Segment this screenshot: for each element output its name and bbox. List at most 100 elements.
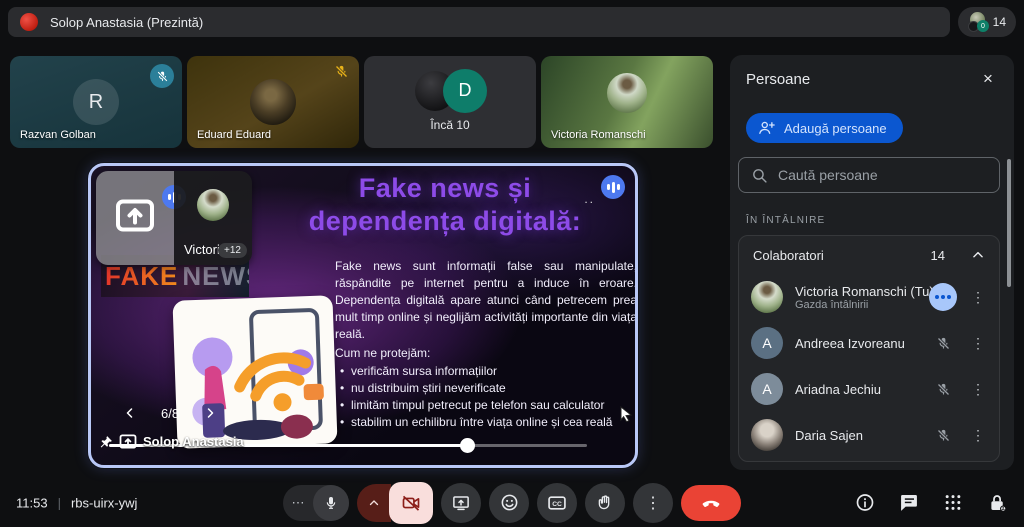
self-view-pip[interactable]: Victoria +12 [96,171,252,265]
previous-slide-button[interactable] [121,404,139,422]
mic-off-icon [929,336,957,351]
participant-menu-button[interactable]: ⋮ [969,335,987,352]
meet-window: Solop Anastasia (Prezintă) 0 14 R Razvan… [0,0,1024,527]
avatar [197,189,229,221]
add-people-label: Adaugă persoane [784,121,887,136]
avatar: A [751,327,783,359]
avatar: R [73,79,119,125]
wifi-illustration [172,295,337,448]
mic-off-icon [150,64,174,88]
slide-title: Fake news și dependența digitală: [261,172,629,238]
avatar: 0 [977,20,989,32]
slide-bullet-list: verificăm sursa informațiilor nu distrib… [335,363,637,431]
shared-screen-tile[interactable]: Fake news și dependența digitală: FAKE N… [88,163,638,468]
scrollbar-thumb[interactable] [1007,159,1011,287]
participant-name: Ariadna Jechiu [795,382,917,397]
present-screen-icon [115,199,155,238]
video-tile-more-participants[interactable]: D Încă 10 [364,56,536,148]
avatar [751,419,783,451]
host-controls-button[interactable] [987,492,1008,513]
slide-paragraph: Fake news sunt informații false sau mani… [335,258,637,343]
slide-body-text: Fake news sunt informații false sau mani… [335,258,637,431]
participant-menu-button[interactable]: ⋮ [969,381,987,398]
microphone-button[interactable]: ⋯ [283,485,349,521]
participant-row: A Ariadna Jechiu ⋮ [739,366,999,412]
meeting-details-button[interactable] [855,493,875,513]
presenter-label: Solop Anastasia [143,434,244,449]
tile-name: Eduard Eduard [197,129,271,141]
chevron-up-icon[interactable] [971,248,985,262]
participant-row: Victoria Romanschi (Tu) Gazda întâlnirii… [739,274,999,320]
in-meeting-section-label: ÎN ÎNTÂLNIRE [746,215,825,226]
audio-indicator-icon [601,175,625,199]
slide-page-indicator: 6/8 [161,406,179,421]
participant-menu-button[interactable]: ⋮ [969,289,987,306]
participant-role: Gazda întâlnirii [795,299,917,311]
avatar: A [751,373,783,405]
presenter-banner[interactable]: Solop Anastasia (Prezintă) [8,7,950,37]
speaking-indicator-icon [929,283,957,311]
hang-up-icon [700,492,722,514]
slide-navigation: 6/8 [121,404,219,422]
slide-bullet: verificăm sursa informațiilor [335,363,637,380]
camera-options-button[interactable] [357,484,391,522]
chat-button[interactable] [899,493,919,513]
collaborators-label: Colaboratori [753,248,931,263]
participant-row: Daria Sajen ⋮ [739,412,999,458]
camera-button[interactable] [357,482,433,524]
camera-off-icon[interactable] [389,482,433,524]
apps-grid-icon [943,493,963,513]
people-panel: Persoane × Adaugă persoane ÎN ÎNTÂLNIRE … [730,55,1014,470]
participants-count-button[interactable]: 0 14 [958,7,1016,37]
avatar-stack: 0 [968,11,987,33]
activities-button[interactable] [943,493,963,513]
present-screen-icon [119,434,137,449]
next-slide-button[interactable] [201,404,219,422]
search-people-input[interactable] [778,167,987,183]
pip-share-cell[interactable] [96,171,174,265]
mic-off-icon [929,382,957,397]
media-progress-thumb[interactable] [460,438,475,453]
presenter-banner-label: Solop Anastasia (Prezintă) [50,15,203,30]
slide-bullet: nu distribuim știri neverificate [335,380,637,397]
participant-row: A Andreea Izvoreanu ⋮ [739,320,999,366]
pip-overflow-badge: +12 [218,243,247,258]
search-box[interactable] [738,157,1000,193]
collaborators-header[interactable]: Colaboratori 14 [739,236,999,274]
add-people-button[interactable]: Adaugă persoane [746,113,903,143]
presenter-avatar [20,13,38,31]
tile-name: Victoria Romanschi [551,129,646,141]
raise-hand-button[interactable] [585,483,625,523]
tile-name: Razvan Golban [20,129,96,141]
pip-camera-cell[interactable]: Victoria +12 [174,171,252,265]
info-icon [855,493,875,513]
mouse-cursor [619,406,633,427]
lock-icon [987,492,1008,513]
collaborators-count: 14 [931,248,945,263]
close-icon[interactable]: × [974,65,1002,93]
hand-icon [596,494,614,512]
mic-icon [313,485,349,521]
end-call-button[interactable] [681,485,741,521]
svg-text:CC: CC [552,501,562,508]
more-options-button[interactable]: ⋮ [633,483,673,523]
mic-options-dots[interactable]: ⋯ [283,495,313,511]
captions-button[interactable]: CC [537,483,577,523]
present-screen-button[interactable] [441,483,481,523]
kebab-icon: ⋮ [645,493,661,513]
pin-icon [99,435,113,449]
chevron-up-icon [368,497,380,509]
reactions-button[interactable] [489,483,529,523]
avatar [250,79,296,125]
participant-name: Andreea Izvoreanu [795,336,917,351]
person-add-icon [758,119,776,137]
video-tile-razvan[interactable]: R Razvan Golban [10,56,182,148]
participant-menu-button[interactable]: ⋮ [969,427,987,444]
captions-icon: CC [547,493,567,513]
present-screen-icon [452,494,470,512]
video-tile-victoria[interactable]: Victoria Romanschi [541,56,713,148]
avatar [751,281,783,313]
mic-off-icon [929,428,957,443]
video-tile-eduard[interactable]: Eduard Eduard [187,56,359,148]
smiley-icon [500,493,519,512]
